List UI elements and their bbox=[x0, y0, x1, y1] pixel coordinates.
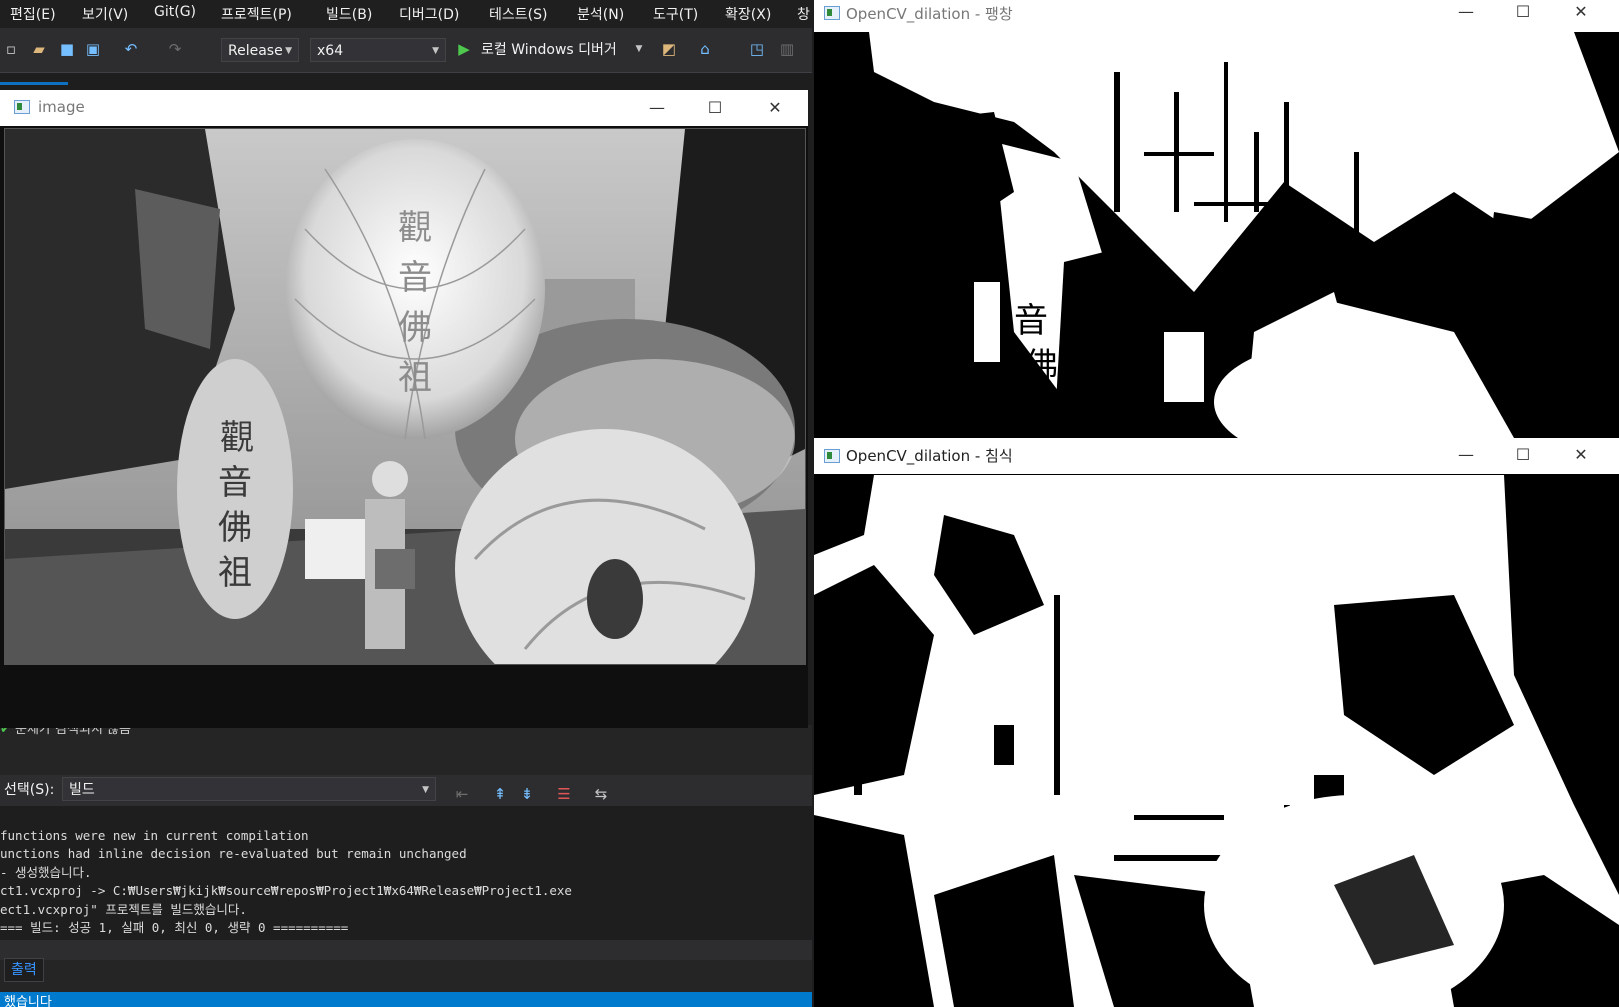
close-icon[interactable]: ✕ bbox=[763, 96, 787, 120]
platform-dropdown[interactable]: x64 ▼ bbox=[310, 38, 446, 62]
open-folder-icon[interactable]: ▰ bbox=[30, 40, 48, 58]
output-line: ct1.vcxproj -> C:₩Users₩jkijk₩source₩rep… bbox=[0, 883, 572, 898]
maximize-icon[interactable]: ☐ bbox=[1511, 443, 1535, 467]
erosion-window[interactable]: OpenCV_dilation - 침식 — ☐ ✕ bbox=[814, 438, 1619, 1007]
dilation-binary-image: 音 佛 bbox=[814, 32, 1619, 438]
erosion-titlebar[interactable]: OpenCV_dilation - 침식 — ☐ ✕ bbox=[814, 438, 1619, 474]
svg-text:祖: 祖 bbox=[398, 358, 432, 398]
output-source-label: 선택(S): bbox=[4, 782, 55, 798]
menu-tools[interactable]: 도구(T) bbox=[653, 4, 698, 24]
platform-value: x64 bbox=[317, 43, 344, 59]
grayscale-photo: 觀 音 佛 祖 觀 音 佛 祖 bbox=[4, 128, 806, 665]
find-previous-icon[interactable]: ⇤ bbox=[453, 785, 471, 803]
output-tab[interactable]: 출력 bbox=[4, 958, 44, 982]
chevron-down-icon: ▼ bbox=[432, 46, 439, 56]
svg-text:佛: 佛 bbox=[398, 308, 432, 348]
menu-bar: 편집(E) 보기(V) Git(G) 프로젝트(P) 빌드(B) 디버그(D) … bbox=[0, 0, 812, 28]
close-icon[interactable]: ✕ bbox=[1569, 0, 1593, 24]
minimize-icon[interactable]: — bbox=[645, 96, 669, 120]
start-debug-icon[interactable]: ▶ bbox=[455, 40, 473, 58]
output-footer bbox=[0, 940, 812, 960]
menu-project[interactable]: 프로젝트(P) bbox=[221, 4, 292, 24]
window-title: OpenCV_dilation - 팽창 bbox=[846, 5, 1013, 23]
maximize-icon[interactable]: ☐ bbox=[703, 96, 727, 120]
menu-view[interactable]: 보기(V) bbox=[82, 4, 128, 24]
window-app-icon bbox=[824, 449, 840, 463]
svg-text:觀: 觀 bbox=[220, 418, 254, 458]
output-source-dropdown[interactable]: 빌드 ▼ bbox=[62, 777, 436, 801]
debugger-label[interactable]: 로컬 Windows 디버거 bbox=[481, 39, 617, 59]
image-titlebar[interactable]: image — ☐ ✕ bbox=[0, 90, 808, 126]
output-line: ect1.vcxproj" 프로젝트를 빌드했습니다. bbox=[0, 901, 247, 917]
maximize-icon[interactable]: ☐ bbox=[1511, 0, 1535, 24]
chevron-down-icon: ▼ bbox=[422, 785, 429, 795]
svg-text:音: 音 bbox=[218, 463, 252, 503]
dilation-window[interactable]: OpenCV_dilation - 팽창 — ☐ ✕ 音 佛 bbox=[814, 0, 1619, 438]
new-item-icon[interactable]: ▫ bbox=[2, 40, 20, 58]
output-line: - 생성했습니다. bbox=[0, 864, 92, 880]
svg-text:祖: 祖 bbox=[218, 553, 252, 593]
svg-text:音: 音 bbox=[1014, 301, 1048, 341]
svg-text:佛: 佛 bbox=[218, 508, 252, 548]
dilation-titlebar[interactable]: OpenCV_dilation - 팽창 — ☐ ✕ bbox=[814, 0, 1619, 32]
svg-text:觀: 觀 bbox=[398, 208, 432, 248]
svg-text:音: 音 bbox=[398, 258, 432, 298]
configuration-value: Release bbox=[228, 43, 283, 59]
svg-text:佛: 佛 bbox=[1024, 346, 1058, 386]
window-title: OpenCV_dilation - 침식 bbox=[846, 447, 1013, 465]
layout-icon[interactable]: ▥ bbox=[778, 40, 796, 58]
menu-test[interactable]: 테스트(S) bbox=[489, 4, 547, 24]
step-icon[interactable]: ◳ bbox=[748, 40, 766, 58]
previous-message-icon[interactable]: ⇞ bbox=[491, 785, 509, 803]
menu-debug[interactable]: 디버그(D) bbox=[399, 4, 459, 24]
output-text: functions were new in current compilatio… bbox=[0, 806, 812, 942]
save-icon[interactable]: ■ bbox=[58, 40, 76, 58]
menu-window[interactable]: 창 bbox=[797, 4, 810, 24]
browse-icon[interactable]: ◩ bbox=[660, 40, 678, 58]
minimize-icon[interactable]: — bbox=[1454, 0, 1478, 24]
output-line: functions were new in current compilatio… bbox=[0, 827, 309, 843]
menu-git[interactable]: Git(G) bbox=[154, 4, 196, 20]
output-source-value: 빌드 bbox=[69, 782, 95, 798]
clear-all-icon[interactable]: ☰ bbox=[555, 785, 573, 803]
output-line: === 빌드: 성공 1, 실패 0, 최신 0, 생략 0 =========… bbox=[0, 920, 349, 935]
toolbar: ▫ ▰ ■ ▣ ↶ ↷ Release ▼ x64 ▼ ▶ 로컬 Windows… bbox=[0, 28, 812, 73]
active-tab-indicator bbox=[0, 82, 68, 85]
status-text: 했습니다 bbox=[4, 995, 52, 1007]
chevron-down-icon[interactable]: ▼ bbox=[630, 40, 648, 58]
menu-build[interactable]: 빌드(B) bbox=[326, 4, 372, 24]
undo-icon[interactable]: ↶ bbox=[122, 40, 140, 58]
menu-analyze[interactable]: 분석(N) bbox=[577, 4, 624, 24]
home-icon[interactable]: ⌂ bbox=[696, 40, 714, 58]
menu-edit[interactable]: 편집(E) bbox=[10, 4, 56, 24]
minimize-icon[interactable]: — bbox=[1454, 443, 1478, 467]
next-message-icon[interactable]: ⇟ bbox=[518, 785, 536, 803]
output-line: unctions had inline decision re-evaluate… bbox=[0, 846, 467, 861]
chevron-down-icon: ▼ bbox=[285, 46, 292, 56]
status-bar: 했습니다 bbox=[0, 992, 812, 1007]
configuration-dropdown[interactable]: Release ▼ bbox=[221, 38, 299, 62]
window-app-icon bbox=[824, 6, 840, 20]
redo-icon[interactable]: ↷ bbox=[166, 40, 184, 58]
window-title: image bbox=[38, 98, 85, 116]
erosion-binary-image bbox=[814, 475, 1619, 1007]
word-wrap-icon[interactable]: ⇆ bbox=[592, 785, 610, 803]
menu-extensions[interactable]: 확장(X) bbox=[725, 4, 771, 24]
close-icon[interactable]: ✕ bbox=[1569, 443, 1593, 467]
window-app-icon bbox=[14, 100, 30, 114]
save-all-icon[interactable]: ▣ bbox=[84, 40, 102, 58]
image-window[interactable]: image — ☐ ✕ 觀 音 佛 祖 觀 音 佛 祖 bbox=[0, 90, 808, 728]
